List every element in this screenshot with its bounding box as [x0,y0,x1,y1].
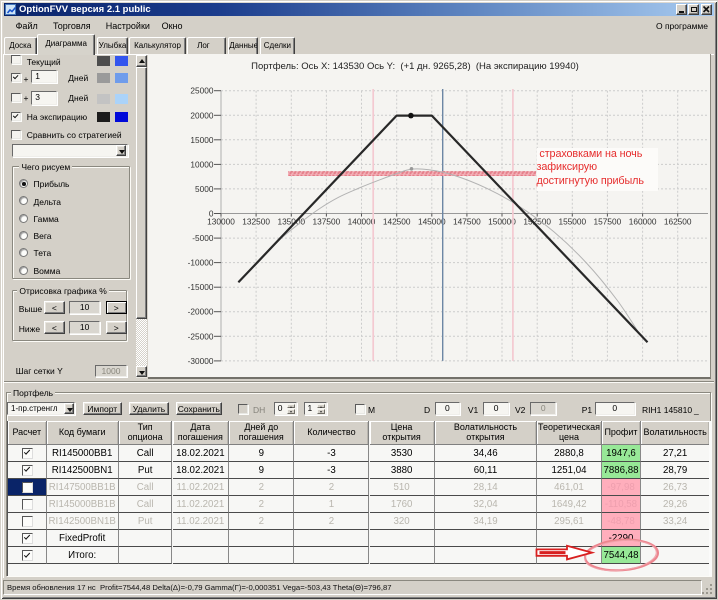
svg-text:-20000: -20000 [187,307,213,317]
svg-text:20000: 20000 [190,110,213,120]
svg-text:147500: 147500 [453,217,481,227]
svg-text:142500: 142500 [382,217,410,227]
svg-text:25000: 25000 [190,86,213,96]
svg-text:-25000: -25000 [187,331,213,341]
svg-text:-10000: -10000 [187,258,213,268]
svg-text:155000: 155000 [558,217,586,227]
svg-text:-5000: -5000 [192,233,214,243]
svg-text:132500: 132500 [242,217,270,227]
svg-text:-30000: -30000 [187,356,213,366]
svg-text:150000: 150000 [488,217,516,227]
svg-text:140000: 140000 [347,217,375,227]
svg-text:145000: 145000 [417,217,445,227]
svg-text:10000: 10000 [190,159,213,169]
svg-text:160000: 160000 [628,217,656,227]
svg-text:5000: 5000 [195,184,214,194]
svg-text:162500: 162500 [663,217,691,227]
svg-text:-15000: -15000 [187,282,213,292]
svg-text:130000: 130000 [207,217,235,227]
svg-text:157500: 157500 [593,217,621,227]
svg-text:15000: 15000 [190,135,213,145]
svg-text:137500: 137500 [312,217,340,227]
